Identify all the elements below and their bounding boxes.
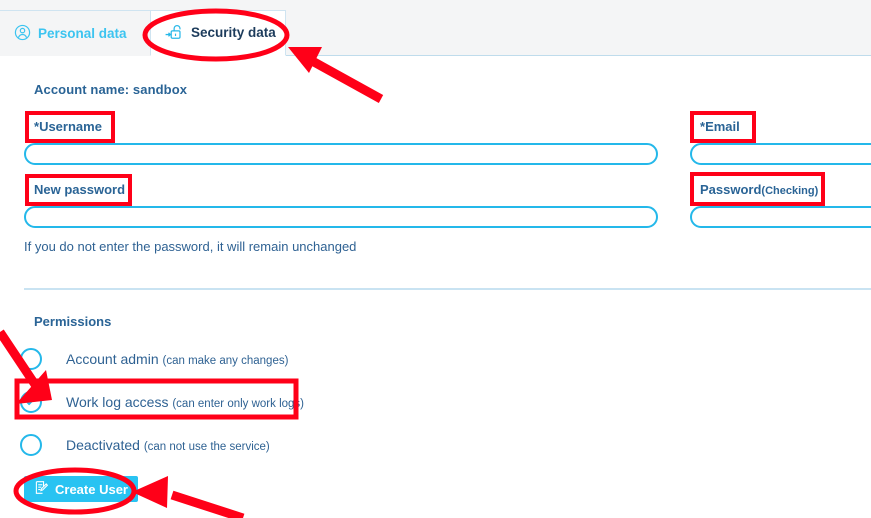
- permission-desc-account-admin: (can make any changes): [162, 355, 289, 367]
- permission-label-account-admin: Account admin: [66, 351, 159, 367]
- permission-desc-deactivated: (can not use the service): [143, 441, 270, 453]
- create-user-button[interactable]: Create User: [24, 476, 138, 502]
- new-password-input[interactable]: [24, 206, 658, 228]
- permission-option-deactivated[interactable]: Deactivated (can not use the service): [20, 432, 270, 458]
- unlock-icon: [165, 23, 184, 44]
- permission-option-work-log-access[interactable]: Work log access (can enter only work log…: [20, 389, 304, 415]
- create-user-button-label: Create User: [55, 481, 128, 497]
- password-checking-note: (Checking): [761, 185, 819, 197]
- email-label-text: Email: [705, 119, 740, 134]
- form-edit-icon: [34, 480, 49, 498]
- radio-checked-icon[interactable]: [20, 391, 42, 413]
- tab-strip: Personal data Security data: [0, 0, 871, 56]
- tab-security-data[interactable]: Security data: [150, 10, 286, 56]
- username-input[interactable]: [24, 143, 658, 165]
- user-circle-icon: [14, 24, 31, 44]
- permission-label-deactivated: Deactivated: [66, 437, 140, 453]
- password-checking-label: Password(Checking): [700, 182, 818, 197]
- password-checking-input[interactable]: [690, 206, 871, 228]
- username-label-text: Username: [39, 119, 102, 134]
- tab-personal-data-label: Personal data: [38, 25, 127, 41]
- radio-unchecked-icon[interactable]: [20, 434, 42, 456]
- section-divider: [24, 288, 871, 290]
- account-name-text: Account name: sandbox: [34, 82, 188, 97]
- password-checking-label-text: Password: [700, 182, 762, 197]
- tab-personal-data[interactable]: Personal data: [0, 10, 152, 56]
- security-data-panel: Account name: sandbox *Username *Email N…: [0, 56, 871, 518]
- new-password-label: New password: [34, 182, 126, 197]
- email-label: *Email: [700, 119, 740, 134]
- tab-security-data-label: Security data: [191, 25, 276, 41]
- permission-label-work-log-access: Work log access: [66, 394, 169, 410]
- permission-desc-work-log-access: (can enter only work logs): [172, 398, 305, 410]
- email-input[interactable]: [690, 143, 871, 165]
- username-label: *Username: [34, 119, 102, 134]
- permission-option-account-admin[interactable]: Account admin (can make any changes): [20, 346, 288, 372]
- radio-unchecked-icon[interactable]: [20, 348, 42, 370]
- password-hint-text: If you do not enter the password, it wil…: [24, 239, 357, 254]
- permissions-title: Permissions: [34, 314, 112, 329]
